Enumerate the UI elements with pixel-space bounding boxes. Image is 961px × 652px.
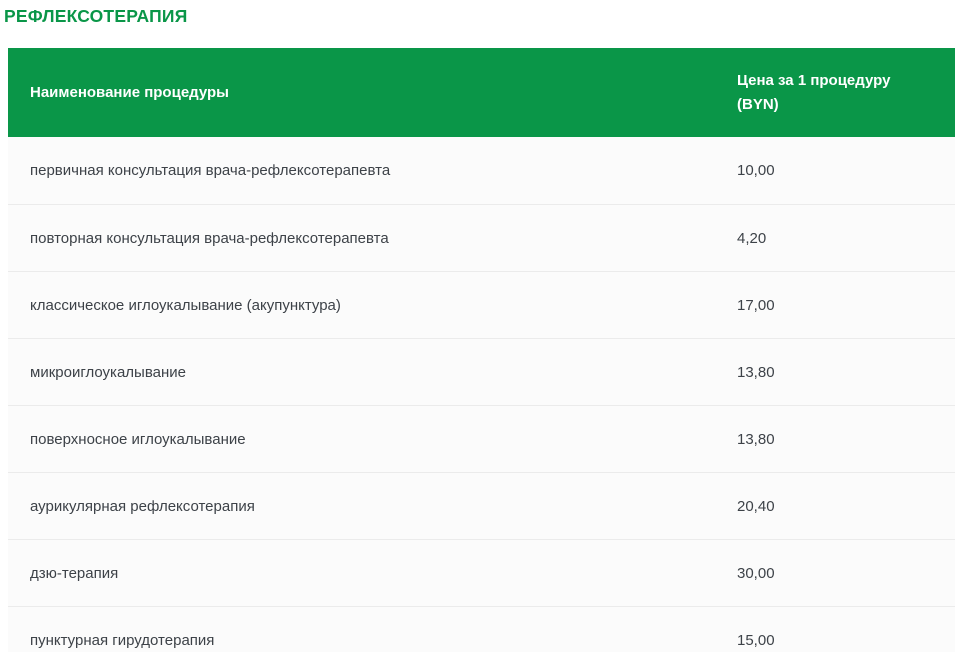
procedure-name: поверхносное иглоукалывание (8, 431, 737, 448)
price-table: Наименование процедуры Цена за 1 процеду… (8, 48, 955, 652)
table-header-row: Наименование процедуры Цена за 1 процеду… (8, 48, 955, 137)
procedure-name: микроиглоукалывание (8, 364, 737, 381)
page-title: РЕФЛЕКСОТЕРАПИЯ (4, 6, 961, 27)
table-row: первичная консультация врача-рефлексотер… (8, 137, 955, 204)
procedure-price: 10,00 (737, 162, 955, 179)
procedure-name: дзю-терапия (8, 565, 737, 582)
procedure-price: 4,20 (737, 230, 955, 247)
table-row: классическое иглоукалывание (акупунктура… (8, 271, 955, 338)
table-row: аурикулярная рефлексотерапия 20,40 (8, 472, 955, 539)
column-header-price-label: Цена за 1 процедуру (BYN) (737, 69, 917, 116)
procedure-price: 20,40 (737, 498, 955, 515)
table-row: поверхносное иглоукалывание 13,80 (8, 405, 955, 472)
table-row: пунктурная гирудотерапия 15,00 (8, 606, 955, 652)
procedure-price: 17,00 (737, 297, 955, 314)
procedure-price: 13,80 (737, 431, 955, 448)
table-row: микроиглоукалывание 13,80 (8, 338, 955, 405)
procedure-name: повторная консультация врача-рефлексотер… (8, 230, 737, 247)
table-row: повторная консультация врача-рефлексотер… (8, 204, 955, 271)
table-body: первичная консультация врача-рефлексотер… (8, 137, 955, 652)
procedure-name: первичная консультация врача-рефлексотер… (8, 162, 737, 179)
column-header-procedure-name: Наименование процедуры (8, 84, 737, 101)
procedure-name: классическое иглоукалывание (акупунктура… (8, 297, 737, 314)
table-row: дзю-терапия 30,00 (8, 539, 955, 606)
procedure-price: 30,00 (737, 565, 955, 582)
procedure-price: 13,80 (737, 364, 955, 381)
column-header-price: Цена за 1 процедуру (BYN) (737, 69, 955, 116)
procedure-name: аурикулярная рефлексотерапия (8, 498, 737, 515)
procedure-price: 15,00 (737, 632, 955, 649)
procedure-name: пунктурная гирудотерапия (8, 632, 737, 649)
